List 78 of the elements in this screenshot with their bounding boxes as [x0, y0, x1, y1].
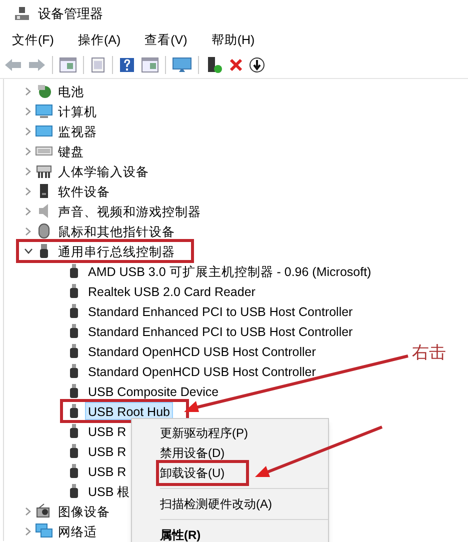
tree-item[interactable]: USB Composite Device	[85, 382, 222, 400]
tree-item[interactable]: USB R	[85, 462, 130, 480]
network-icon	[35, 523, 53, 539]
tree-item[interactable]: 计算机	[55, 102, 100, 120]
menu-item[interactable]: 文件(F)	[6, 28, 60, 52]
context-menu-item[interactable]: 卸载设备(U)	[160, 466, 225, 480]
expand-chevron-icon[interactable]	[25, 226, 31, 236]
usb-plug-icon	[69, 483, 79, 499]
expand-chevron-icon[interactable]	[25, 86, 31, 96]
usb-plug-icon	[69, 303, 79, 319]
tree-item[interactable]: 电池	[55, 82, 87, 100]
usb-plug-icon	[38, 243, 50, 259]
menu-item[interactable]: 操作(A)	[72, 28, 127, 52]
expand-chevron-icon[interactable]	[25, 206, 31, 216]
expand-chevron-icon[interactable]	[25, 506, 31, 516]
expand-chevron-icon[interactable]	[25, 186, 31, 196]
tree-item[interactable]: Realtek USB 2.0 Card Reader	[85, 282, 258, 300]
menu-item[interactable]: 帮助(H)	[205, 28, 261, 52]
usb-plug-icon	[69, 323, 79, 339]
monitor-icon	[35, 124, 53, 138]
context-menu-item[interactable]: 扫描检测硬件改动(A)	[160, 497, 272, 511]
usb-plug-icon	[69, 383, 79, 399]
keyboard-icon	[36, 163, 52, 179]
tree-item[interactable]: 软件设备	[55, 182, 113, 200]
forward-icon[interactable]	[28, 58, 46, 72]
usb-plug-icon	[69, 423, 79, 439]
tree-item[interactable]: 人体学输入设备	[55, 162, 152, 180]
tree-item[interactable]: USB R	[85, 442, 130, 460]
usb-plug-icon	[69, 463, 79, 479]
context-menu-item[interactable]: 更新驱动程序(P)	[160, 426, 248, 440]
device-add-icon[interactable]	[205, 56, 223, 74]
page-icon[interactable]	[90, 57, 106, 73]
camera-icon	[36, 503, 52, 519]
download-icon[interactable]	[249, 57, 265, 73]
computer-icon	[35, 104, 53, 118]
window-icon[interactable]	[59, 57, 77, 73]
expand-chevron-icon[interactable]	[25, 146, 31, 156]
menu-item[interactable]: 查看(V)	[138, 28, 194, 52]
tree-item[interactable]: Standard Enhanced PCI to USB Host Controller	[85, 302, 356, 320]
tree-item[interactable]: 声音、视频和游戏控制器	[55, 202, 204, 220]
tree-item[interactable]: 鼠标和其他指针设备	[55, 222, 178, 240]
device-manager-icon	[14, 6, 30, 22]
tree-item[interactable]: 图像设备	[55, 502, 113, 520]
help-icon[interactable]	[119, 57, 135, 73]
window-title: 设备管理器	[38, 5, 103, 24]
mouse-icon	[38, 223, 50, 239]
tree-item[interactable]: 键盘	[55, 142, 87, 160]
tree-item[interactable]: USB 根	[85, 482, 134, 500]
speaker-icon	[37, 203, 51, 219]
expand-chevron-icon[interactable]	[25, 166, 31, 176]
context-menu-item[interactable]: 属性(R)	[160, 528, 201, 542]
back-icon[interactable]	[4, 58, 22, 72]
tree-item[interactable]: USB Root Hub	[85, 402, 173, 420]
callout-text: 右击	[412, 342, 446, 364]
usb-plug-icon	[69, 443, 79, 459]
tree-item[interactable]: Standard OpenHCD USB Host Controller	[85, 342, 319, 360]
monitor-icon[interactable]	[172, 57, 192, 73]
device-icon	[38, 183, 50, 199]
tree-item[interactable]: 通用串行总线控制器	[55, 242, 178, 260]
usb-plug-icon	[69, 343, 79, 359]
tree-item[interactable]: AMD USB 3.0 可扩展主机控制器 - 0.96 (Microsoft)	[85, 262, 374, 280]
keyboard-icon	[35, 146, 53, 156]
tree-item[interactable]: Standard Enhanced PCI to USB Host Controller	[85, 322, 356, 340]
tree-item[interactable]: 网络适	[55, 522, 100, 540]
tree-item[interactable]: Standard OpenHCD USB Host Controller	[85, 362, 319, 380]
usb-plug-icon	[69, 283, 79, 299]
delete-icon[interactable]	[229, 58, 243, 72]
tree-item[interactable]: 监视器	[55, 122, 100, 140]
window-icon[interactable]	[141, 57, 159, 73]
expand-chevron-icon[interactable]	[25, 106, 31, 116]
expand-chevron-icon[interactable]	[25, 126, 31, 136]
usb-plug-icon	[69, 403, 79, 419]
usb-plug-icon	[69, 363, 79, 379]
expand-chevron-icon[interactable]	[25, 526, 31, 536]
collapse-chevron-icon[interactable]	[24, 248, 32, 254]
usb-plug-icon	[69, 263, 79, 279]
tree-item[interactable]: USB R	[85, 422, 130, 440]
context-menu-item[interactable]: 禁用设备(D)	[160, 446, 225, 460]
